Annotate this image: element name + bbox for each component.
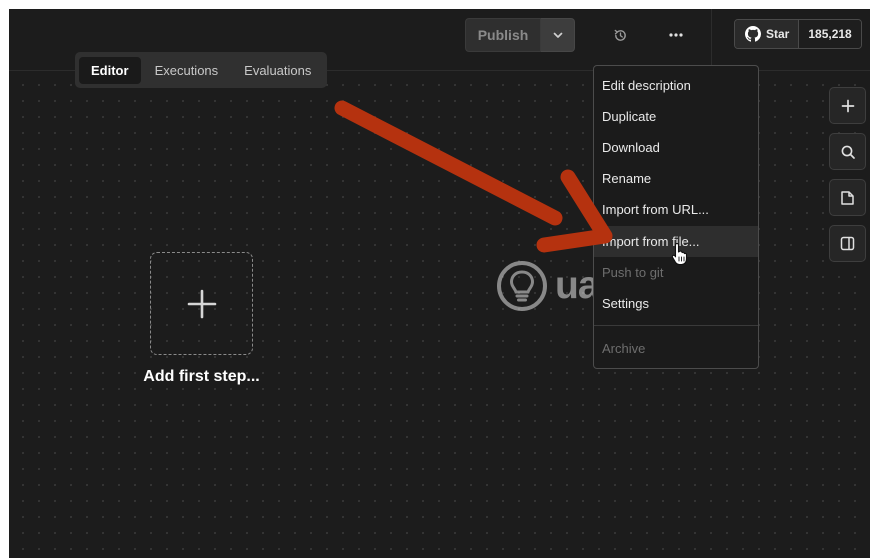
menu-item-duplicate[interactable]: Duplicate: [594, 101, 758, 132]
menu-item-rename[interactable]: Rename: [594, 163, 758, 194]
menu-item-edit-description[interactable]: Edit description: [594, 70, 758, 101]
history-icon: [614, 29, 626, 41]
sticky-note-icon: [841, 190, 854, 205]
github-icon: [745, 26, 761, 42]
menu-item-archive: Archive: [602, 341, 646, 356]
add-sticky-note-button[interactable]: [829, 179, 866, 216]
add-node-button[interactable]: [829, 87, 866, 124]
workflow-options-menu: Edit description Duplicate Download Rena…: [593, 65, 759, 369]
github-star-button[interactable]: Star: [735, 20, 800, 48]
hand-cursor-icon: [671, 242, 688, 266]
publish-button[interactable]: Publish: [465, 18, 541, 52]
menu-divider: [594, 325, 758, 326]
tab-editor[interactable]: Editor: [79, 56, 141, 84]
github-star-widget[interactable]: Star 185,218: [734, 19, 862, 49]
more-dots-icon: [669, 33, 683, 37]
toggle-panel-button[interactable]: [829, 225, 866, 262]
history-button[interactable]: [605, 20, 635, 50]
chevron-down-icon: [553, 32, 562, 38]
menu-item-import-from-url[interactable]: Import from URL...: [594, 194, 758, 225]
search-nodes-button[interactable]: [829, 133, 866, 170]
panel-icon: [840, 236, 855, 251]
lightbulb-icon: [497, 261, 547, 311]
view-tabs: Editor Executions Evaluations: [75, 52, 327, 88]
search-icon: [841, 145, 855, 159]
menu-item-download[interactable]: Download: [594, 132, 758, 163]
tab-executions[interactable]: Executions: [143, 57, 231, 84]
github-star-count: 185,218: [799, 20, 861, 48]
publish-dropdown-button[interactable]: [541, 18, 575, 52]
add-first-step-label: Add first step...: [143, 368, 260, 385]
menu-item-settings[interactable]: Settings: [594, 288, 758, 319]
publish-group: Publish: [465, 18, 575, 52]
more-options-button[interactable]: [661, 20, 691, 50]
plus-icon: [187, 289, 216, 318]
plus-icon: [841, 99, 854, 112]
workflow-editor: Publish Star 185,218 Editor Executions E…: [9, 9, 870, 558]
tab-evaluations[interactable]: Evaluations: [232, 57, 323, 84]
add-first-step-button[interactable]: [150, 252, 253, 355]
github-star-label: Star: [766, 27, 790, 41]
divider: [711, 9, 712, 69]
